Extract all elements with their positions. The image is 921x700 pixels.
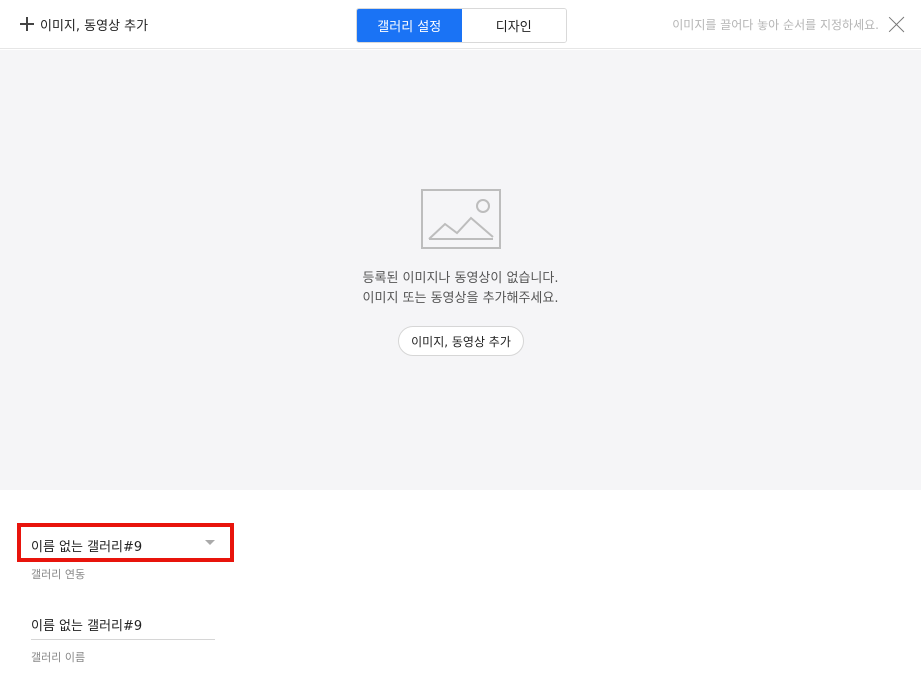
gallery-link-select[interactable]: 이름 없는 갤러리#9 bbox=[17, 523, 234, 562]
close-icon[interactable] bbox=[888, 16, 905, 33]
add-media-link[interactable]: 이미지, 동영상 추가 bbox=[20, 14, 148, 34]
mode-tabs: 갤러리 설정 디자인 bbox=[356, 8, 567, 43]
chevron-down-icon bbox=[205, 540, 215, 545]
gallery-name-input[interactable] bbox=[31, 610, 215, 640]
reorder-hint: 이미지를 끌어다 놓아 순서를 지정하세요. bbox=[672, 18, 879, 32]
plus-icon bbox=[20, 17, 34, 31]
gallery-name-caption: 갤러리 이름 bbox=[31, 651, 86, 664]
empty-message: 등록된 이미지나 동영상이 없습니다. 이미지 또는 동영상을 추가해주세요. bbox=[0, 269, 921, 309]
add-media-label: 이미지, 동영상 추가 bbox=[40, 18, 149, 34]
empty-message-line2: 이미지 또는 동영상을 추가해주세요. bbox=[362, 291, 559, 306]
tab-gallery-settings[interactable]: 갤러리 설정 bbox=[357, 9, 462, 42]
gallery-link-value: 이름 없는 갤러리#9 bbox=[31, 540, 143, 555]
top-bar: 이미지, 동영상 추가 갤러리 설정 디자인 이미지를 끌어다 놓아 순서를 지… bbox=[0, 0, 921, 49]
empty-message-line1: 등록된 이미지나 동영상이 없습니다. bbox=[362, 271, 559, 286]
gallery-link-caption: 갤러리 연동 bbox=[31, 568, 86, 581]
add-media-button[interactable]: 이미지, 동영상 추가 bbox=[398, 326, 524, 356]
image-placeholder-icon bbox=[421, 189, 501, 249]
media-stage: 등록된 이미지나 동영상이 없습니다. 이미지 또는 동영상을 추가해주세요. … bbox=[0, 50, 921, 490]
tab-design[interactable]: 디자인 bbox=[461, 9, 566, 42]
settings-panel: 이름 없는 갤러리#9 갤러리 연동 갤러리 이름 bbox=[0, 490, 921, 700]
